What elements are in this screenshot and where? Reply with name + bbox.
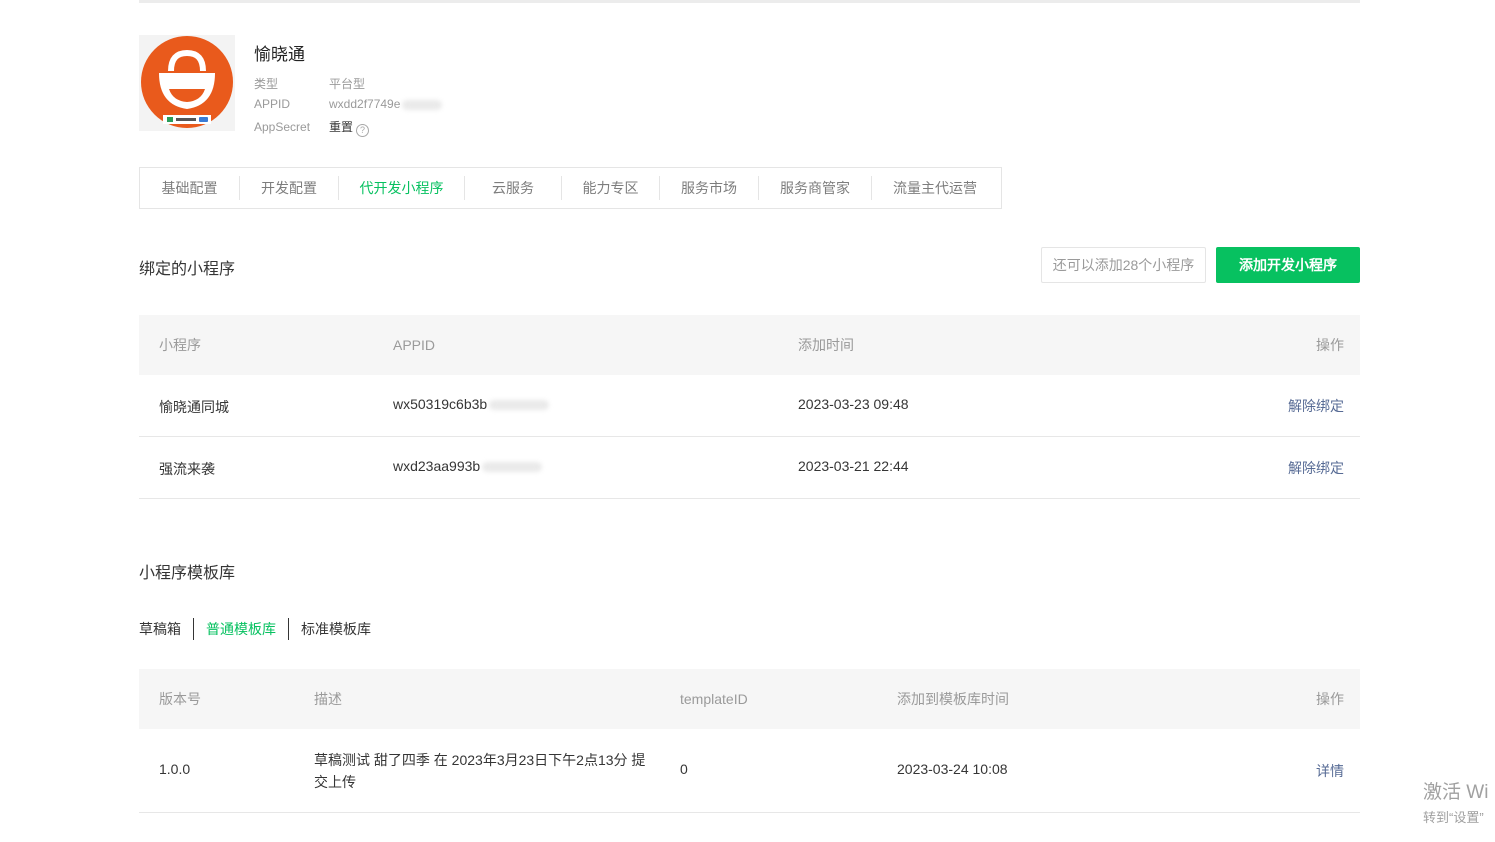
row-appid: wxd23aa993b [393,458,543,474]
template-subtabs: 草稿箱 普通模板库 标准模板库 [139,617,383,641]
type-label: 类型 [254,77,279,91]
row-desc: 草稿测试 甜了四季 在 2023年3月23日下午2点13分 提 交上传 [314,749,645,793]
help-icon[interactable]: ? [356,124,370,137]
col-desc: 描述 [314,691,342,707]
col-time: 添加时间 [798,337,854,353]
app-logo [139,35,235,131]
col-added-time: 添加到模板库时间 [897,691,1009,707]
redaction-blur [489,400,550,411]
unbind-link[interactable]: 解除绑定 [1288,458,1344,478]
row-time: 2023-03-21 22:44 [798,458,909,474]
tab-service-market[interactable]: 服务市场 [660,176,759,200]
app-type-row: 类型 平台型 [254,75,365,92]
tab-service-butler[interactable]: 服务商管家 [759,176,872,200]
row-version: 1.0.0 [159,761,191,777]
table-header: 版本号 描述 templateID 添加到模板库时间 操作 [139,669,1360,729]
app-name: 愉晓通 [254,45,305,64]
row-appid-text: wx50319c6b3b [393,396,488,412]
tab-cloud-service[interactable]: 云服务 [465,176,562,200]
bound-section-title: 绑定的小程序 [139,261,236,278]
redaction-blur [402,99,443,110]
type-value: 平台型 [329,77,366,91]
add-miniprogram-button[interactable]: 添加开发小程序 [1216,247,1360,283]
appid-value: wxdd2f7749e [329,97,401,111]
row-appid-text: wxd23aa993b [393,458,481,474]
template-section-title: 小程序模板库 [139,565,236,582]
table-row: 强流来袭 wxd23aa993b 2023-03-21 22:44 解除绑定 [139,437,1360,499]
row-time: 2023-03-23 09:48 [798,396,909,412]
watermark-line1: 激活 Wi [1423,782,1489,803]
reset-secret-link[interactable]: 重置 [329,120,353,134]
col-version: 版本号 [159,691,201,707]
tab-proxy-dev-miniprogram[interactable]: 代开发小程序 [339,176,465,200]
redaction-blur [482,462,543,473]
col-action: 操作 [1316,691,1344,707]
tab-capability-zone[interactable]: 能力专区 [562,176,660,200]
secret-label: AppSecret [254,120,311,134]
tab-basic-config[interactable]: 基础配置 [140,176,240,200]
subtab-normal-templates[interactable]: 普通模板库 [193,618,288,640]
template-table: 版本号 描述 templateID 添加到模板库时间 操作 1.0.0 草稿测试… [139,669,1360,813]
col-appid: APPID [393,337,436,353]
tab-dev-config[interactable]: 开发配置 [240,176,339,200]
main-tabs: 基础配置 开发配置 代开发小程序 云服务 能力专区 服务市场 服务商管家 流量主… [139,167,1002,209]
tab-traffic-operation[interactable]: 流量主代运营 [872,176,998,200]
col-name: 小程序 [159,337,201,353]
app-appid-row: APPID wxdd2f7749e [254,97,443,111]
row-desc-line2: 交上传 [314,774,356,790]
watermark-line2: 转到“设置” [1423,810,1484,825]
activation-watermark: 激活 Wi 转到“设置” [1423,777,1488,826]
row-appid: wx50319c6b3b [393,396,550,412]
quota-indicator: 还可以添加28个小程序 [1041,247,1206,283]
top-divider [139,0,1360,3]
table-row: 愉晓通同城 wx50319c6b3b 2023-03-23 09:48 解除绑定 [139,375,1360,437]
subtab-drafts[interactable]: 草稿箱 [139,618,193,640]
subtab-standard-templates[interactable]: 标准模板库 [288,618,383,640]
table-header: 小程序 APPID 添加时间 操作 [139,315,1360,375]
row-name: 愉晓通同城 [159,399,229,415]
app-header: 愉晓通 类型 平台型 APPID wxdd2f7749e AppSecret 重置? [139,35,839,137]
row-name: 强流来袭 [159,461,215,477]
row-template-id: 0 [680,761,688,777]
unbind-link[interactable]: 解除绑定 [1288,396,1344,416]
row-time: 2023-03-24 10:08 [897,761,1008,777]
appid-label: APPID [254,97,291,111]
col-action: 操作 [1316,337,1344,353]
bound-table: 小程序 APPID 添加时间 操作 愉晓通同城 wx50319c6b3b 202… [139,315,1360,499]
row-desc-line1: 草稿测试 甜了四季 在 2023年3月23日下午2点13分 提 [314,752,646,768]
col-template-id: templateID [680,691,748,707]
table-row: 1.0.0 草稿测试 甜了四季 在 2023年3月23日下午2点13分 提 交上… [139,729,1360,813]
details-link[interactable]: 详情 [1316,761,1344,781]
app-secret-row: AppSecret 重置? [254,118,370,137]
